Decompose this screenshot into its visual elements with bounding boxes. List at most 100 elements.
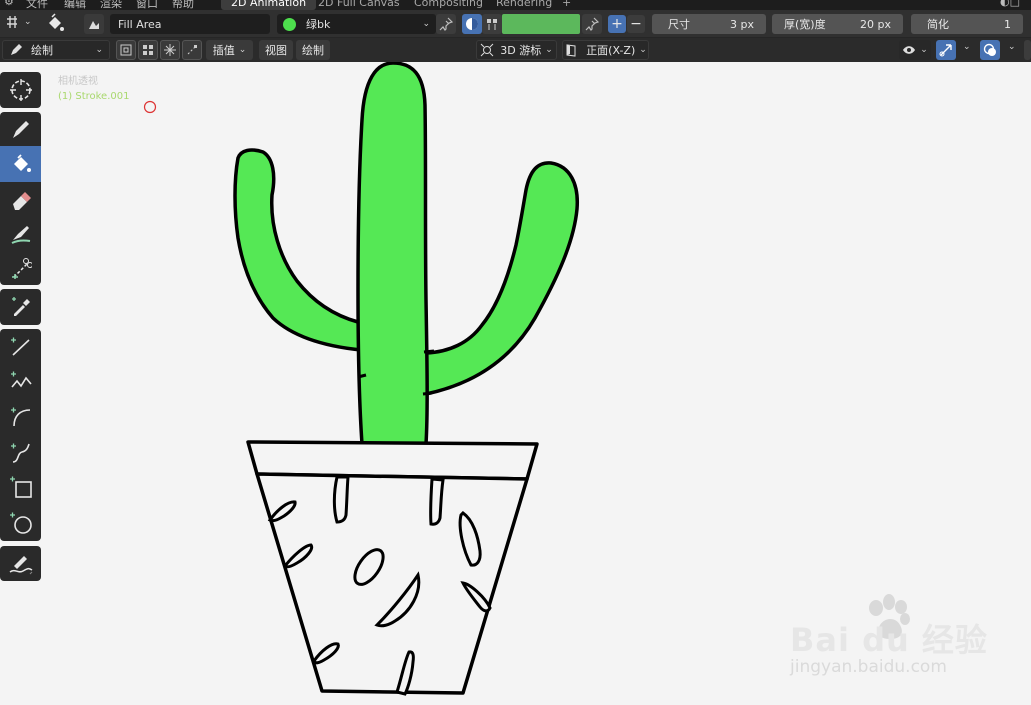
vertex-color-mode-button[interactable] [462, 14, 482, 34]
toolbar-group-annotate [0, 546, 41, 581]
curve-tool[interactable] [0, 435, 41, 471]
menu-render[interactable]: 渲染 [100, 0, 122, 10]
select-segment-button[interactable] [160, 40, 180, 60]
brush-icon [89, 21, 99, 29]
menu-help[interactable]: 帮助 [172, 0, 194, 10]
watermark-brand: Bai du 经验 [790, 621, 988, 659]
menu-window[interactable]: 窗口 [136, 0, 158, 10]
line-tool[interactable] [0, 329, 41, 365]
draw-menu[interactable]: 绘制 [296, 40, 330, 60]
select-points-button[interactable] [116, 40, 136, 60]
polyline-tool[interactable] [0, 363, 41, 399]
cactus-right-arm [424, 161, 580, 396]
tab-2d-animation[interactable]: 2D Animation [221, 0, 317, 10]
toolbar-group-eyedropper [0, 289, 41, 325]
editor-type-selector[interactable]: ⌄ [4, 14, 32, 30]
pin-color-button[interactable] [582, 14, 602, 34]
chevron-down-icon[interactable]: ⌄ [1008, 42, 1016, 52]
draw-icon [12, 121, 29, 138]
menu-edit[interactable]: 编辑 [64, 0, 86, 10]
view-menu[interactable]: 视图 [259, 40, 293, 60]
vertex-color-swatch[interactable] [502, 14, 580, 34]
material-selector[interactable]: 绿bk ⌄ [277, 14, 436, 34]
interpolate-menu[interactable]: 插值 ⌄ [206, 40, 253, 60]
interpolate-label: 插值 [212, 44, 235, 57]
thickness-label: 厚(宽)度 [784, 18, 826, 31]
gizmo-toggle[interactable] [936, 40, 956, 60]
shading-menu[interactable] [1024, 40, 1031, 60]
baidu-watermark: Bai du 经验 jingyan.baidu.com [788, 593, 988, 683]
tint-tool[interactable] [0, 216, 41, 252]
annotate-icon [9, 556, 32, 575]
chevron-down-icon: ⌄ [920, 45, 928, 55]
stroke-mode-icon [143, 45, 153, 55]
eyedropper-tool[interactable] [0, 289, 41, 325]
top-bar: ⚙ 文件 编辑 渲染 窗口 帮助 2D Animation 2D Full Ca… [0, 0, 1031, 10]
cursor-tool[interactable] [0, 72, 41, 108]
add-palette-button[interactable]: + [608, 15, 626, 33]
multiframe-icon [187, 45, 197, 55]
stroke-placement-selector[interactable]: 3D 游标 ⌄ [476, 40, 557, 60]
multiframe-button[interactable] [182, 40, 202, 60]
eyedropper-icon [11, 297, 30, 316]
arc-tool[interactable] [0, 399, 41, 435]
texture-icon [487, 19, 497, 30]
draw-tool[interactable] [0, 112, 41, 148]
size-value: 3 px [730, 17, 754, 31]
circle-icon [9, 512, 32, 534]
blender-logo-icon[interactable]: ⚙ [4, 0, 14, 8]
pin-material-button[interactable] [436, 14, 456, 34]
select-stroke-button[interactable] [138, 40, 158, 60]
tab-2d-full-canvas[interactable]: 2D Full Canvas [308, 0, 410, 10]
material-name: 绿bk [306, 18, 331, 31]
tab-rendering[interactable]: Rendering [486, 0, 562, 10]
chevron-down-icon: ⌄ [422, 19, 430, 29]
simplify-label: 简化 [927, 18, 949, 31]
tint-icon [11, 226, 30, 244]
remove-palette-button[interactable]: − [627, 15, 645, 33]
cutter-tool[interactable] [0, 250, 41, 286]
segment-mode-icon [164, 44, 176, 56]
scene-icon[interactable]: ◐□ [1000, 0, 1020, 8]
viewport-header: 绘制 ⌄ 插值 ⌄ 视图 绘制 3D 游标 ⌄ 正面(X-Z) ⌄ ⌄ ⌄ ⌄ [0, 38, 1031, 62]
brush-preview-icon[interactable] [44, 13, 66, 35]
toolbar-group-primitives [0, 329, 41, 541]
brush-cursor-icon [143, 100, 157, 114]
grid-editor-icon [7, 16, 17, 28]
brush-size-field[interactable]: 尺寸 3 px [652, 14, 766, 34]
erase-tool[interactable] [0, 182, 41, 218]
tool-settings-header: ⌄ Fill Area 绿bk ⌄ + − 尺寸 3 px 厚(宽)度 20 p… [0, 10, 1031, 38]
pin-icon [585, 17, 599, 31]
pot-body [255, 472, 529, 695]
fill-icon [13, 154, 31, 172]
tab-compositing[interactable]: Compositing [404, 0, 493, 10]
drawing-plane-selector[interactable]: 正面(X-Z) ⌄ [562, 40, 649, 60]
junction-line [357, 373, 367, 379]
size-label: 尺寸 [668, 18, 690, 31]
chevron-down-icon[interactable]: ⌄ [963, 42, 971, 52]
line-icon [10, 337, 30, 356]
texture-mode-button[interactable] [482, 14, 502, 34]
arc-icon [10, 407, 30, 427]
chevron-down-icon: ⌄ [95, 45, 103, 55]
fill-tool[interactable] [0, 146, 41, 182]
menu-file[interactable]: 文件 [26, 0, 48, 10]
thickness-field[interactable]: 厚(宽)度 20 px [772, 14, 903, 34]
cursor-icon [9, 79, 32, 101]
circle-tool[interactable] [0, 505, 41, 541]
plane-icon [566, 44, 576, 57]
pencil-icon [11, 44, 22, 55]
cutter-icon [11, 258, 32, 279]
brush-browse-button[interactable] [84, 14, 104, 34]
visibility-menu[interactable]: ⌄ [899, 40, 931, 60]
toolbar-group-paint [0, 112, 41, 285]
eye-icon [903, 46, 916, 54]
add-workspace-button[interactable]: + [552, 0, 581, 10]
annotate-tool[interactable] [0, 546, 41, 582]
material-color-swatch [283, 17, 296, 31]
brush-name-field[interactable]: Fill Area [110, 14, 270, 34]
mode-selector[interactable]: 绘制 ⌄ [2, 40, 110, 60]
simplify-field[interactable]: 简化 1 [911, 14, 1023, 34]
overlay-toggle[interactable] [980, 40, 1000, 60]
box-tool[interactable] [0, 469, 41, 505]
